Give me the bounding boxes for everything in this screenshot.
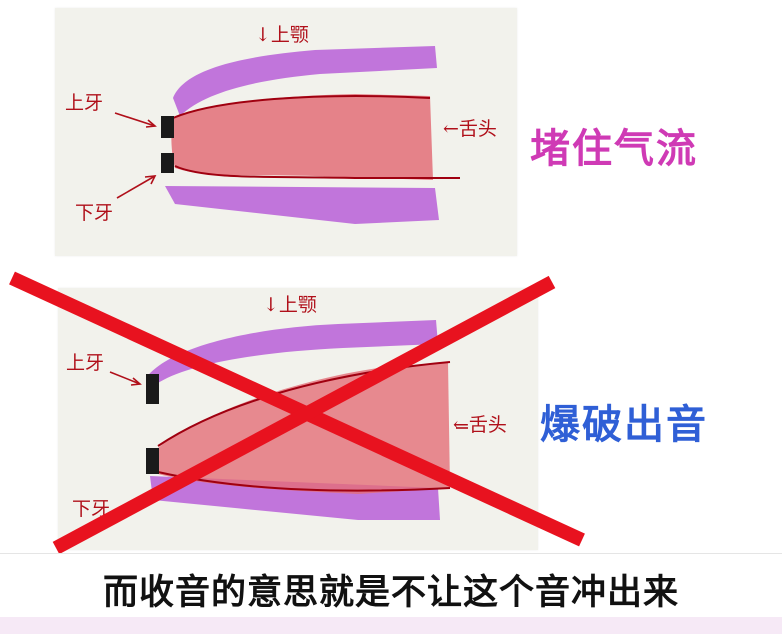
lower-teeth-label: 下牙 xyxy=(75,202,114,224)
subtitle-bar: 而收音的意思就是不让这个音冲出来 xyxy=(0,553,782,618)
subtitle-text: 而收音的意思就是不让这个音冲出来 xyxy=(102,573,679,613)
lower-teeth-label: 下牙 xyxy=(72,498,111,520)
upper-palate-label: ↓上颚 xyxy=(263,294,317,316)
upper-teeth-arrow xyxy=(109,371,141,385)
upper-teeth-arrow xyxy=(114,112,156,127)
top-diagram-caption: 堵住气流 xyxy=(530,126,698,172)
upper-teeth-label: 上牙 xyxy=(65,92,104,114)
top-diagram-panel: ↓上颚 上牙 下牙 ←舌头 xyxy=(55,8,517,256)
upper-teeth-label: 上牙 xyxy=(66,352,105,374)
tongue-label: ←舌头 xyxy=(453,414,507,436)
lower-teeth xyxy=(161,153,174,173)
upper-teeth xyxy=(161,116,174,138)
lower-teeth-arrow xyxy=(116,175,156,199)
tongue-label: ←舌头 xyxy=(443,118,497,140)
bottom-diagram-panel: ↓上颚 上牙 下牙 ←舌头 xyxy=(58,288,538,550)
upper-palate-label: ↓上颚 xyxy=(255,24,309,46)
upper-teeth xyxy=(146,374,159,404)
tongue-shape xyxy=(158,362,450,494)
lower-palate-shape xyxy=(165,186,439,224)
bottom-strip xyxy=(0,617,782,634)
lower-teeth xyxy=(146,448,159,474)
bottom-diagram-caption: 爆破出音 xyxy=(540,402,708,448)
